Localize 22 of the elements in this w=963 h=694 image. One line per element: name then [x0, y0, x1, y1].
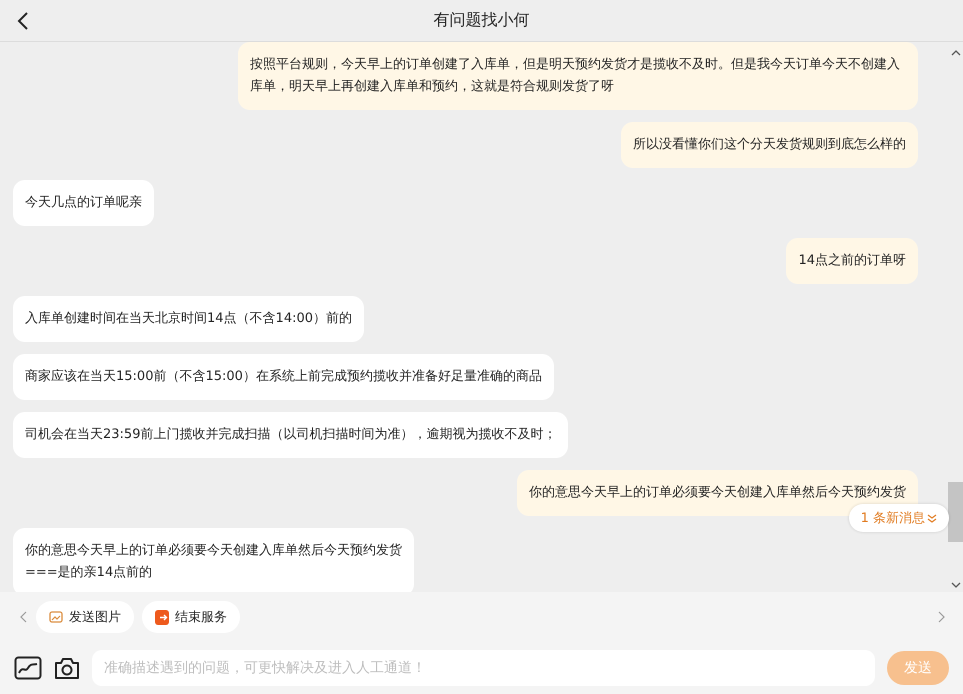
- sent-message: 所以没看懂你们这个分天发货规则到底怎么样的: [621, 122, 918, 168]
- scroll-up-icon[interactable]: [950, 50, 960, 56]
- back-icon[interactable]: [16, 11, 30, 31]
- scroll-down-icon[interactable]: [950, 582, 960, 588]
- received-message: 司机会在当天23:59前上门揽收并完成扫描（以司机扫描时间为准），逾期视为揽收不及时；: [13, 412, 568, 458]
- exit-icon: [155, 610, 169, 624]
- sent-message: 按照平台规则，今天早上的订单创建了入库单，但是明天预约发货才是揽收不及时。但是我今天订单今天不创建入库单，明天早上再创建入库单和预约，这就是符合规则发货了呀: [238, 42, 918, 110]
- end-service-button[interactable]: 结束服务: [142, 601, 240, 633]
- chat-title: 有问题找小何: [434, 10, 530, 31]
- sent-message: 14点之前的订单呀: [786, 238, 918, 284]
- camera-icon[interactable]: [54, 656, 80, 680]
- chevron-left-icon[interactable]: [20, 611, 28, 623]
- chevron-right-icon[interactable]: [937, 611, 945, 623]
- image-icon[interactable]: [14, 656, 42, 680]
- received-message: 商家应该在当天15:00前（不含15:00）在系统上前完成预约揽收并准备好足量准确的商品: [13, 354, 554, 400]
- scrollbar-thumb[interactable]: [948, 482, 963, 542]
- send-image-button[interactable]: 发送图片: [36, 601, 134, 633]
- received-message: 你的意思今天早上的订单必须要今天创建入库单然后今天预约发货 ===是的亲14点前的: [13, 528, 414, 592]
- message-input[interactable]: 准确描述遇到的问题，可更快解决及进入人工通道！: [92, 650, 875, 686]
- received-message: 入库单创建时间在当天北京时间14点（不含14:00）前的: [13, 296, 364, 342]
- image-icon: [49, 610, 63, 624]
- received-message: 今天几点的订单呢亲: [13, 180, 154, 226]
